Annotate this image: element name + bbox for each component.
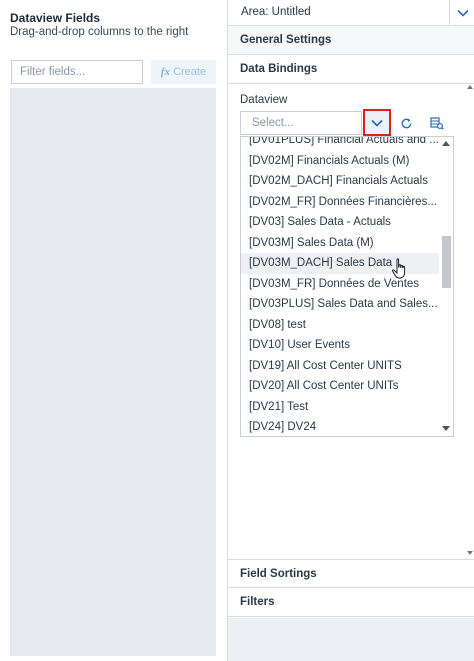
section-general-settings[interactable]: General Settings bbox=[228, 26, 474, 55]
section-label: Filters bbox=[240, 596, 275, 608]
create-label: Create bbox=[173, 66, 207, 78]
panel-scrollbar[interactable] bbox=[465, 82, 474, 558]
scrollbar-thumb[interactable] bbox=[442, 236, 451, 288]
preview-data-button[interactable] bbox=[425, 111, 449, 135]
dataview-fields-panel: Dataview Fields Drag-and-drop columns to… bbox=[0, 0, 226, 661]
dropdown-option[interactable]: [DV02M_DACH] Financials Actuals bbox=[241, 171, 439, 192]
dataview-select[interactable]: Select... bbox=[240, 111, 362, 135]
dropdown-toggle-button[interactable] bbox=[363, 109, 391, 136]
area-label: Area: Untitled bbox=[241, 6, 311, 18]
hand-pointer-icon bbox=[391, 258, 406, 279]
chevron-down-icon[interactable] bbox=[449, 0, 474, 26]
dropdown-option[interactable]: [DV21] Test bbox=[241, 397, 439, 418]
dropdown-option[interactable]: [DV10] User Events bbox=[241, 335, 439, 356]
section-label: Data Bindings bbox=[240, 63, 318, 75]
create-field-button[interactable]: fx Create bbox=[151, 60, 216, 84]
fx-icon: fx bbox=[160, 66, 171, 78]
panel-footer bbox=[228, 618, 474, 661]
dataview-dropdown-list[interactable]: [DV01PLUS] Financial Actuals and ... [DV0… bbox=[240, 136, 454, 437]
dropdown-option[interactable]: [DV03M_DACH] Sales Data bbox=[241, 253, 439, 274]
section-filters[interactable]: Filters bbox=[228, 588, 474, 617]
panel-title: Dataview Fields bbox=[10, 11, 101, 25]
dropdown-option[interactable]: [DV02M] Financials Actuals (M) bbox=[241, 151, 439, 172]
dropdown-scrollbar[interactable] bbox=[439, 137, 453, 436]
table-preview-icon bbox=[430, 116, 444, 130]
dropdown-option[interactable]: [DV01PLUS] Financial Actuals and ... bbox=[241, 137, 439, 151]
dropdown-option[interactable]: [DV02M_FR] Données Financières... bbox=[241, 192, 439, 213]
filter-fields-input[interactable] bbox=[11, 60, 143, 84]
panel-subtitle: Drag-and-drop columns to the right bbox=[10, 26, 189, 38]
scroll-down-arrow-icon[interactable] bbox=[467, 551, 473, 555]
dropdown-option[interactable]: [DV19] All Cost Center UNITS bbox=[241, 356, 439, 377]
dropdown-option[interactable]: [DV03M_FR] Données de Ventes bbox=[241, 274, 439, 295]
chevron-down-icon bbox=[371, 119, 383, 127]
dropdown-option[interactable]: [DV03] Sales Data - Actuals bbox=[241, 212, 439, 233]
dropdown-option[interactable]: [DV24] DV24 bbox=[241, 417, 439, 436]
dropdown-items: [DV01PLUS] Financial Actuals and ... [DV0… bbox=[241, 137, 439, 436]
section-label: General Settings bbox=[240, 34, 332, 46]
scroll-up-arrow-icon[interactable] bbox=[442, 141, 450, 146]
section-label: Field Sortings bbox=[240, 568, 317, 580]
properties-panel: Area: Untitled General Settings Data Bin… bbox=[227, 0, 474, 661]
refresh-icon bbox=[401, 117, 411, 128]
dropdown-option[interactable]: [DV03PLUS] Sales Data and Sales... bbox=[241, 294, 439, 315]
select-placeholder: Select... bbox=[252, 117, 294, 129]
area-selector[interactable]: Area: Untitled bbox=[228, 0, 474, 26]
dropdown-option[interactable]: [DV03M] Sales Data (M) bbox=[241, 233, 439, 254]
dropdown-option[interactable]: [DV20] All Cost Center UNITs bbox=[241, 376, 439, 397]
section-field-sortings[interactable]: Field Sortings bbox=[228, 559, 474, 588]
field-list-area[interactable] bbox=[10, 88, 216, 656]
dataview-label: Dataview bbox=[240, 94, 288, 106]
scroll-up-arrow-icon[interactable] bbox=[467, 85, 473, 89]
dropdown-option[interactable]: [DV08] test bbox=[241, 315, 439, 336]
scroll-down-arrow-icon[interactable] bbox=[442, 426, 450, 431]
section-data-bindings[interactable]: Data Bindings bbox=[228, 55, 474, 84]
refresh-button[interactable] bbox=[394, 111, 418, 135]
